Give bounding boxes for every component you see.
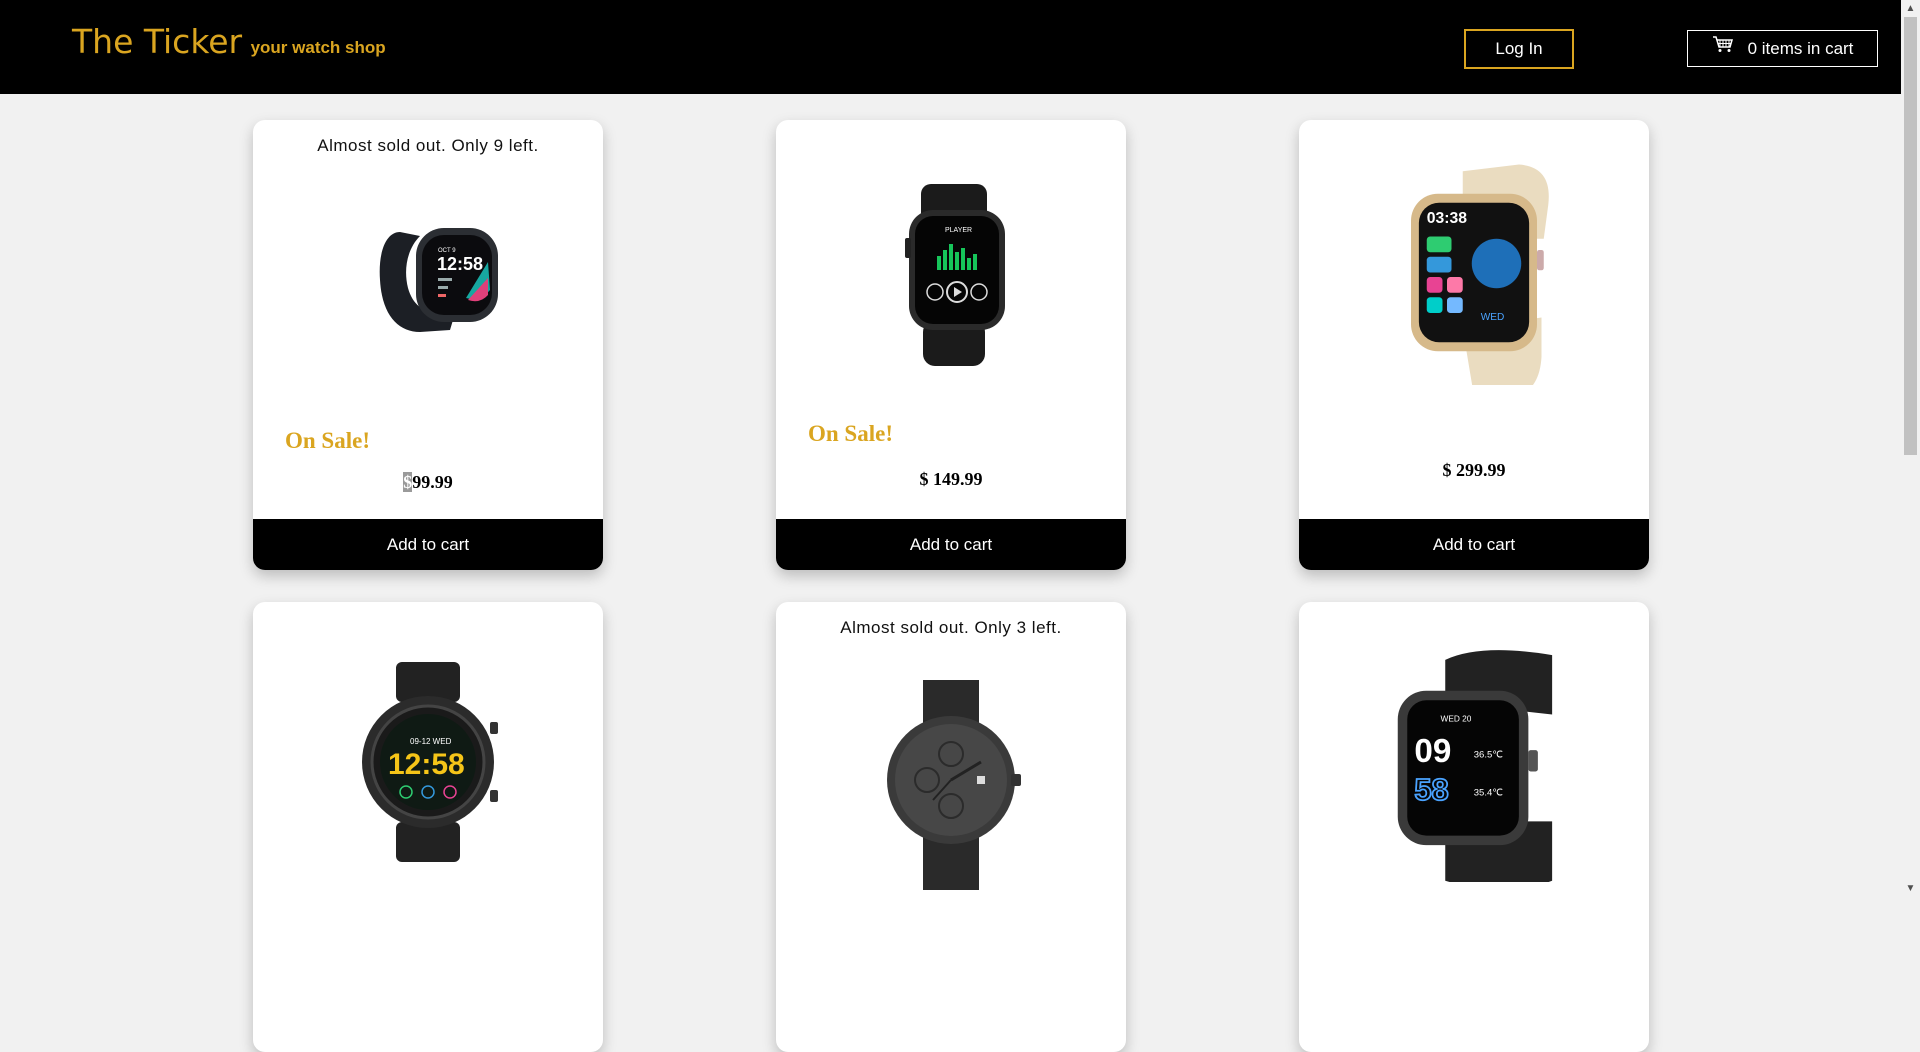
brand-tagline: your watch shop (250, 38, 386, 57)
product-grid: Almost sold out. Only 9 left. OCT 9 12:5… (253, 120, 1649, 1052)
price: $ 149.99 (919, 469, 983, 489)
watch-face-hour: 09 (1414, 733, 1451, 770)
price: $99.99 (253, 472, 603, 493)
chevron-up-icon[interactable]: ▲ (1905, 3, 1916, 14)
product-card: Almost sold out. Only 9 left. OCT 9 12:5… (253, 120, 603, 570)
site-header: The Ticker your watch shop Log In 0 item… (0, 0, 1901, 94)
shopping-cart-icon (1712, 35, 1733, 52)
product-card: WED 20 09 58 36.5℃ 35.4℃ (1299, 602, 1649, 1052)
smartwatch-image[interactable]: OCT 9 12:58 (348, 170, 508, 370)
smartwatch-image[interactable]: 09-12 WED 12:58 (348, 642, 508, 882)
smartwatch-image[interactable]: WED 20 09 58 36.5℃ 35.4℃ (1374, 642, 1564, 882)
watch-face-date: 09-12 WED (410, 737, 452, 746)
product-card: Almost sold out. Only 3 left. (776, 602, 1126, 1052)
add-to-cart-button[interactable]: Add to cart (776, 519, 1126, 570)
watch-face-time: 03:38 (1427, 210, 1468, 227)
product-card: 03:38 WED $ 299.99 Add to cart (1299, 120, 1649, 570)
smartwatch-image[interactable]: 03:38 WED (1384, 160, 1564, 385)
stock-note: Almost sold out. Only 3 left. (840, 618, 1062, 637)
watch-face-label: PLAYER (945, 227, 972, 234)
chevron-down-icon[interactable]: ▼ (1905, 883, 1916, 894)
watch-face-temp-1: 36.5℃ (1474, 749, 1503, 760)
smartwatch-image[interactable]: PLAYER (871, 170, 1031, 370)
price: $ 299.99 (1442, 460, 1506, 480)
watch-face-time: 12:58 (437, 254, 483, 274)
analog-watch-image[interactable] (871, 660, 1031, 900)
stock-note: Almost sold out. Only 9 left. (317, 136, 539, 155)
watch-face-date: WED 20 (1441, 714, 1472, 724)
brand[interactable]: The Ticker your watch shop (72, 22, 386, 61)
brand-name: The Ticker (72, 22, 243, 61)
product-card: 09-12 WED 12:58 (253, 602, 603, 1052)
price-currency: $ (403, 472, 413, 492)
watch-face-day: WED (1481, 312, 1505, 323)
watch-face-minute: 58 (1414, 772, 1448, 807)
watch-face-time: 12:58 (388, 748, 465, 781)
cart-button[interactable]: 0 items in cart (1687, 30, 1878, 67)
watch-face-temp-2: 35.4℃ (1474, 787, 1503, 798)
login-button[interactable]: Log In (1464, 29, 1574, 69)
cart-count-label: 0 items in cart (1747, 38, 1854, 58)
add-to-cart-button[interactable]: Add to cart (253, 519, 603, 570)
vertical-scrollbar[interactable]: ▲ ▼ (1901, 0, 1920, 897)
sale-label: On Sale! (808, 421, 893, 446)
price-amount: 99.99 (412, 472, 453, 492)
sale-label: On Sale! (285, 428, 370, 453)
scrollbar-thumb[interactable] (1904, 17, 1917, 455)
product-card: PLAYER On Sale! $ 149.99 Add to cart (776, 120, 1126, 570)
add-to-cart-button[interactable]: Add to cart (1299, 519, 1649, 570)
